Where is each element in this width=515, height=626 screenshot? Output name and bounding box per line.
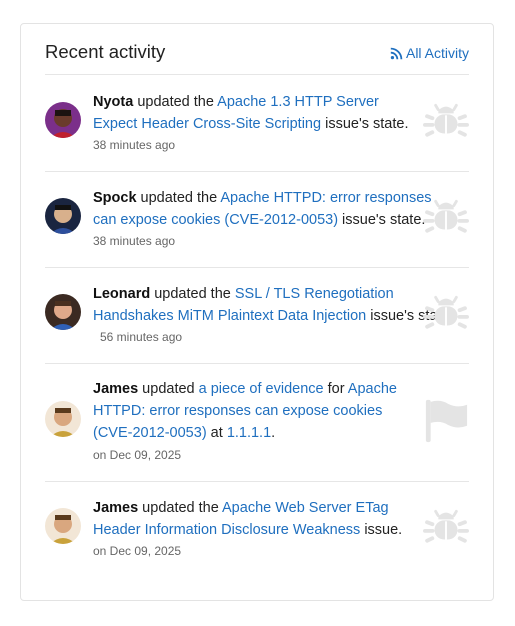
issue-link[interactable]: Apache HTTPD: error responses: [220, 190, 431, 206]
activity-text: Spock updated the Apache HTTPD: error re…: [93, 187, 432, 231]
activity-suffix: issue.: [360, 522, 403, 538]
issue-link-cont[interactable]: HTTPD: error responses can expose cookie…: [93, 403, 382, 419]
issue-link-cont[interactable]: Header Information Disclosure Weakness: [93, 522, 360, 538]
activity-text: James updated the Apache Web Server ETag…: [93, 497, 402, 541]
avatar[interactable]: [45, 294, 81, 330]
activity-verb: updated: [138, 381, 199, 397]
issue-link[interactable]: Apache Web Server ETag: [222, 500, 389, 516]
activity-verb: updated the: [136, 190, 221, 206]
activity-at: at: [206, 425, 227, 441]
flag-icon: [423, 398, 469, 444]
card-title: Recent activity: [45, 41, 166, 62]
user-name[interactable]: James: [93, 381, 138, 397]
card-header: Recent activity All Activity: [45, 40, 469, 75]
timestamp: 38 minutes ago: [93, 234, 176, 248]
activity-item: James updated the Apache Web Server ETag…: [45, 481, 469, 577]
evidence-link[interactable]: a piece of evidence: [199, 381, 324, 397]
issue-link[interactable]: Apache: [348, 381, 397, 397]
issue-link[interactable]: SSL / TLS Renegotiation: [235, 286, 394, 302]
activity-text: Leonard updated the SSL / TLS Renegotiat…: [93, 283, 454, 327]
issue-link[interactable]: Apache 1.3 HTTP Server: [217, 94, 379, 110]
bug-icon: [423, 99, 469, 145]
activity-mid: for: [323, 381, 348, 397]
all-activity-label[interactable]: All Activity: [406, 45, 469, 61]
activity-item: Spock updated the Apache HTTPD: error re…: [45, 171, 469, 268]
node-link[interactable]: 1.1.1.1: [227, 425, 271, 441]
avatar[interactable]: [45, 102, 81, 138]
activity-item: Leonard updated the SSL / TLS Renegotiat…: [45, 267, 469, 364]
activity-verb: updated the: [150, 286, 235, 302]
activity-verb: updated the: [138, 500, 223, 516]
bug-icon: [423, 195, 469, 241]
issue-link-cont-2[interactable]: (CVE-2012-0053): [93, 425, 207, 441]
activity-item: James updated a piece of evidence for Ap…: [45, 363, 469, 482]
bug-icon: [423, 505, 469, 551]
timestamp: on Dec 09, 2025: [93, 448, 182, 462]
activity-text: Nyota updated the Apache 1.3 HTTP Server…: [93, 91, 408, 135]
recent-activity-card: Recent activity All Activity Nyota updat…: [20, 23, 494, 601]
all-activity-link[interactable]: All Activity: [390, 45, 469, 61]
avatar[interactable]: [45, 198, 81, 234]
activity-item: Nyota updated the Apache 1.3 HTTP Server…: [45, 74, 469, 172]
activity-suffix: issue's state.: [338, 212, 426, 228]
issue-link-cont[interactable]: can expose cookies (CVE-2012-0053): [93, 212, 338, 228]
activity-suffix: .: [271, 425, 276, 441]
timestamp: 56 minutes ago: [100, 330, 183, 344]
issue-link-cont[interactable]: Handshakes MiTM Plaintext Data Injection: [93, 308, 366, 324]
timestamp: on Dec 09, 2025: [93, 544, 182, 558]
user-name[interactable]: Nyota: [93, 94, 133, 110]
user-name[interactable]: Spock: [93, 190, 137, 206]
activity-suffix: issue's state.: [321, 116, 409, 132]
activity-verb: updated the: [133, 94, 218, 110]
bug-icon: [423, 291, 469, 337]
user-name[interactable]: Leonard: [93, 286, 150, 302]
avatar[interactable]: [45, 401, 81, 437]
user-name[interactable]: James: [93, 500, 138, 516]
activity-text: James updated a piece of evidence for Ap…: [93, 378, 397, 444]
avatar[interactable]: [45, 508, 81, 544]
timestamp: 38 minutes ago: [93, 138, 176, 152]
rss-icon: [390, 47, 403, 59]
issue-link-cont[interactable]: Expect Header Cross-Site Scripting: [93, 116, 321, 132]
